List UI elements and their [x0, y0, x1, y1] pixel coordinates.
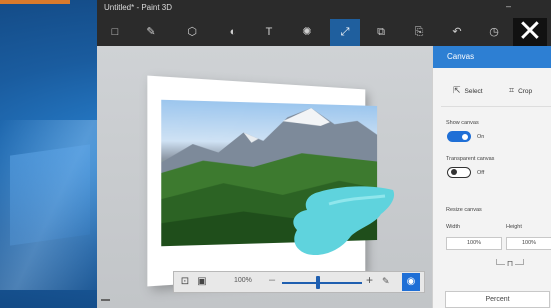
canvas-tool-icon[interactable]: ⤢ — [330, 19, 360, 46]
windows-logo — [10, 144, 90, 246]
screenshot-icon[interactable]: ⊡ — [179, 276, 191, 288]
lock-line-left — [496, 259, 497, 265]
crop-label: Crop — [518, 88, 533, 95]
zoom-level: 100% — [234, 277, 252, 284]
brushes-tool-icon[interactable]: □ — [106, 23, 124, 41]
transparent-canvas-state: Off — [477, 170, 485, 176]
workspace-corner-mark — [101, 299, 110, 301]
toggle-knob — [451, 169, 457, 175]
height-label: Height — [506, 224, 522, 230]
zoom-slider[interactable] — [282, 282, 362, 284]
view-3d-icon[interactable]: ◉ — [402, 273, 420, 291]
width-input[interactable]: 100% — [446, 237, 502, 250]
undo-icon[interactable]: ↶ — [448, 23, 466, 41]
paint3d-window: Untitled* - Paint 3D – □ ✎ ⬡ ◐ T ✺ ⤢ ⧉ ⎘… — [97, 0, 551, 308]
zoom-slider-handle[interactable] — [316, 276, 320, 289]
canvas-workspace[interactable]: ⊡ ▣ 100% – + ✎ ◉ — [97, 46, 432, 308]
title-bar: Untitled* - Paint 3D – — [97, 0, 551, 16]
view-toolbar: ⊡ ▣ 100% – + ✎ ◉ — [173, 271, 425, 293]
paste-icon[interactable]: ⎘ — [410, 23, 428, 41]
panel-divider — [441, 106, 551, 107]
show-canvas-label: Show canvas — [446, 120, 479, 126]
close-icon[interactable]: ✕ — [513, 17, 547, 48]
zoom-out-button[interactable]: – — [269, 274, 275, 286]
main-toolbar: □ ✎ ⬡ ◐ T ✺ ⤢ ⧉ ⎘ ↶ ◷ — [97, 16, 551, 46]
crop-button[interactable]: ⌗ Crop — [509, 85, 532, 96]
select-label: Select — [464, 88, 483, 95]
crop-icon: ⌗ — [509, 85, 515, 95]
3d-shapes-tool-icon[interactable]: ⬡ — [183, 23, 201, 41]
width-label: Width — [446, 224, 461, 230]
lock-aspect-ratio[interactable]: ⊓ — [496, 259, 524, 271]
resize-canvas-label: Resize canvas — [446, 207, 482, 213]
brush-tool-icon[interactable]: ✎ — [142, 23, 160, 41]
text-tool-icon[interactable]: T — [260, 23, 278, 41]
history-icon[interactable]: ◷ — [485, 23, 503, 41]
lock-icon: ⊓ — [505, 259, 515, 271]
select-button[interactable]: ⇱ Select — [453, 85, 483, 96]
canvas-panel: Canvas ⇱ Select ⌗ Crop Show canvas On Tran… — [432, 46, 551, 308]
minimize-button[interactable]: – — [506, 1, 511, 11]
cursor-icon: ⇱ — [453, 85, 461, 95]
taskbar-strip — [0, 0, 70, 4]
fit-view-icon[interactable]: ▣ — [196, 276, 208, 288]
toggle-knob — [462, 133, 468, 140]
zoom-in-button[interactable]: + — [366, 273, 373, 287]
effects-tool-icon[interactable]: ✺ — [298, 23, 316, 41]
remix-3d-tool-icon[interactable]: ⧉ — [372, 23, 390, 41]
show-canvas-toggle[interactable] — [447, 131, 471, 142]
stickers-tool-icon[interactable]: ◐ — [224, 23, 242, 41]
window-title: Untitled* - Paint 3D — [104, 3, 173, 12]
cyan-paint-splash — [293, 186, 395, 256]
transparent-canvas-toggle[interactable] — [447, 167, 471, 178]
panel-title: Canvas — [447, 52, 475, 61]
pen-icon[interactable]: ✎ — [382, 276, 390, 287]
height-input[interactable]: 100% — [506, 237, 551, 250]
percent-dropdown[interactable]: Percent — [445, 291, 550, 308]
show-canvas-state: On — [477, 134, 485, 140]
transparent-canvas-label: Transparent canvas — [446, 156, 495, 162]
panel-header: Canvas — [433, 46, 551, 68]
lock-line-right — [523, 259, 524, 265]
